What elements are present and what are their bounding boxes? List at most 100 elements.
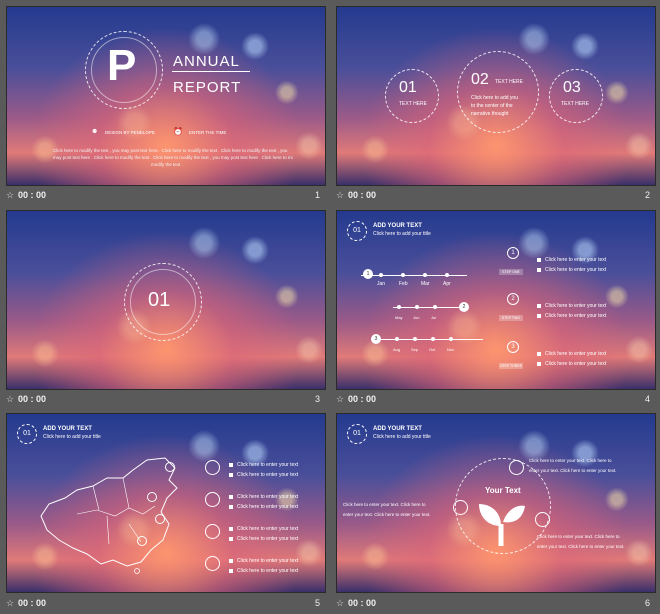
slide-time: 00 : 00: [18, 394, 47, 404]
clock-icon: ⏰: [173, 127, 183, 136]
circle-01-label: TEXT HERE: [399, 101, 427, 107]
month-label: Jan: [377, 281, 386, 287]
star-icon[interactable]: ☆: [336, 598, 344, 609]
timeline-dot: [395, 337, 399, 341]
circle-02-num: 02: [471, 71, 489, 88]
step-2-pin: 2: [507, 293, 519, 305]
row-4-bullet-1: Click here to enter your text: [229, 558, 298, 564]
step-2-tag: STEP TWO: [499, 315, 523, 321]
bottomright-text-2: enter your text. Click here to enter you…: [537, 544, 625, 549]
slide-thumbnail-6[interactable]: 01 ADD YOUR TEXT Click here to add your …: [336, 413, 656, 593]
circle-02-label: TEXT HERE: [495, 79, 523, 85]
left-text-1: Click here to enter your text. Click her…: [343, 502, 426, 507]
row-1-bullet-1: Click here to enter your text: [229, 462, 298, 468]
timeline-dot: [379, 273, 383, 277]
timeline-dot: [431, 337, 435, 341]
timeline-1-marker: 1: [363, 269, 373, 279]
timeline-dot: [423, 273, 427, 277]
timeline-3-line: [371, 339, 483, 340]
row-3-bullet-1: Click here to enter your text: [229, 526, 298, 532]
month-label: Sep: [411, 347, 419, 352]
slide-number: 6: [644, 598, 650, 608]
circle-01-num: 01: [399, 79, 417, 96]
row-2-bullet-2: Click here to enter your text: [229, 504, 298, 510]
timeline-3-marker: 3: [371, 334, 381, 344]
map-pin: [165, 462, 175, 472]
row-3-bullet-2: Click here to enter your text: [229, 536, 298, 542]
map-pin: [137, 536, 147, 546]
slide-number: 4: [644, 394, 650, 404]
title-divider: [172, 71, 250, 72]
bottomright-text-1: Click here to enter your text. Click her…: [537, 534, 620, 539]
header-badge: 01: [17, 424, 37, 444]
timeline-dot: [445, 273, 449, 277]
star-icon[interactable]: ☆: [6, 598, 14, 609]
section-number: 01: [148, 289, 171, 311]
enter-time-label: ENTER THE TIME: [189, 130, 227, 135]
step-3-bullet-2: Click here to enter your text: [537, 361, 606, 367]
title-report: REPORT: [173, 79, 242, 96]
step-3-pin: 3: [507, 341, 519, 353]
search-icon: [535, 512, 550, 527]
month-label: Apr: [443, 281, 451, 287]
dollar-icon: [205, 556, 220, 571]
topright-text-1: Click here to enter your text. Click her…: [529, 458, 612, 463]
slide-bar-4: ☆ 00 : 00 4: [336, 392, 654, 410]
header-subtitle: Click here to add your title: [43, 434, 101, 440]
row-2-bullet-1: Click here to enter your text: [229, 494, 298, 500]
header-subtitle: Click here to add your title: [373, 231, 431, 237]
step-2-bullet-2: Click here to enter your text: [537, 313, 606, 319]
month-label: Nov: [447, 347, 455, 352]
step-2-bullet-1: Click here to enter your text: [537, 303, 606, 309]
slide-thumbnail-3[interactable]: 01: [6, 210, 326, 390]
step-1-tag: STEP ONE: [499, 269, 523, 275]
title-annual: ANNUAL: [173, 53, 240, 70]
china-map: [40, 457, 178, 574]
step-3-bullet-1: Click here to enter your text: [537, 351, 606, 357]
slide-time: 00 : 00: [18, 598, 47, 608]
header-title: ADD YOUR TEXT: [373, 426, 422, 432]
slide-time: 00 : 00: [348, 598, 377, 608]
slide-thumbnail-2[interactable]: 01 TEXT HERE 02 TEXT HERE Click here to …: [336, 6, 656, 186]
timeline-dot: [397, 305, 401, 309]
step-1-bullet-1: Click here to enter your text: [537, 257, 606, 263]
star-icon[interactable]: ☆: [6, 190, 14, 201]
person-icon: ☻: [91, 128, 99, 135]
slide-thumbnail-1[interactable]: P ANNUAL REPORT ☻ DESIGN BY PENELOPE ⏰ E…: [6, 6, 326, 186]
slide-thumbnail-4[interactable]: 01 ADD YOUR TEXT Click here to add your …: [336, 210, 656, 390]
step-1-bullet-2: Click here to enter your text: [537, 267, 606, 273]
month-label: Jun: [413, 315, 420, 320]
timeline-dot: [433, 305, 437, 309]
circle-02-text-1: Click here to add you: [471, 95, 518, 101]
info-icon: [509, 460, 524, 475]
star-icon[interactable]: ☆: [336, 394, 344, 405]
circle-03-num: 03: [563, 79, 581, 96]
month-label: May: [395, 315, 403, 320]
left-text-2: enter your text. Click here to enter you…: [343, 512, 431, 517]
map-pin: [155, 514, 165, 524]
slide-number: 2: [644, 190, 650, 200]
timeline-dot: [413, 337, 417, 341]
month-label: Feb: [399, 281, 408, 287]
slide-number: 1: [314, 190, 320, 200]
chart-icon: [205, 492, 220, 507]
timeline-2-marker: 2: [459, 302, 469, 312]
slide-number: 3: [314, 394, 320, 404]
body-text-line-2: may post text here . Click here to modif…: [53, 155, 293, 160]
slide-time: 00 : 00: [348, 394, 377, 404]
timeline-dot: [449, 337, 453, 341]
header-subtitle: Click here to add your title: [373, 434, 431, 440]
circle-02-text-3: narrative thought: [471, 111, 509, 117]
header-title: ADD YOUR TEXT: [373, 223, 422, 229]
star-icon[interactable]: ☆: [6, 394, 14, 405]
map-pin: [147, 492, 157, 502]
person-icon: [205, 460, 220, 475]
slide-bar-1: ☆ 00 : 00 1: [6, 188, 324, 206]
star-icon[interactable]: ☆: [336, 190, 344, 201]
timeline-dot: [415, 305, 419, 309]
row-1-bullet-2: Click here to enter your text: [229, 472, 298, 478]
slide-thumbnail-5[interactable]: 01 ADD YOUR TEXT Click here to add your …: [6, 413, 326, 593]
timeline-dot: [401, 273, 405, 277]
gear-icon: [205, 524, 220, 539]
header-badge: 01: [347, 424, 367, 444]
